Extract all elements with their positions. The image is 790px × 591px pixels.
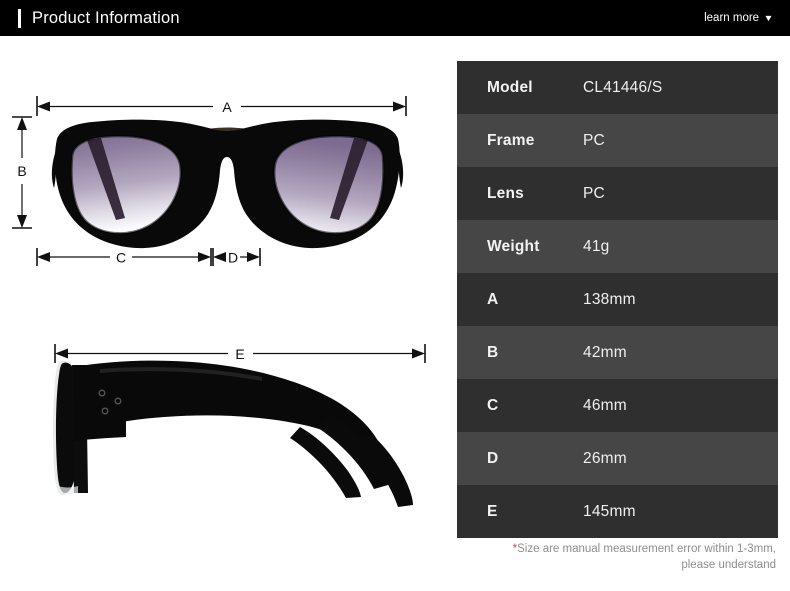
spec-key: Weight bbox=[487, 237, 540, 255]
header-accent-bar bbox=[18, 8, 21, 28]
dimension-c-label: C bbox=[116, 250, 126, 266]
chevron-down-icon: ▼ bbox=[763, 12, 774, 23]
table-row: Frame PC bbox=[457, 114, 778, 167]
spec-value: 145mm bbox=[583, 502, 636, 520]
dimension-e: E bbox=[54, 344, 426, 363]
sunglasses-side-view: E bbox=[52, 344, 426, 507]
note-line-1: Size are manual measurement error within… bbox=[517, 543, 776, 555]
spec-value: PC bbox=[583, 131, 605, 149]
table-row: D 26mm bbox=[457, 432, 778, 485]
dimension-d-label: D bbox=[228, 250, 238, 266]
learn-more-label: learn more bbox=[704, 12, 760, 24]
spec-value: 26mm bbox=[583, 449, 627, 467]
sunglasses-front-view: A B C D bbox=[12, 96, 407, 266]
sunglasses-side-artwork bbox=[52, 360, 413, 507]
spec-key: D bbox=[487, 449, 499, 467]
product-diagram-panel: A B C D E bbox=[0, 36, 455, 591]
dimension-d: D bbox=[212, 248, 261, 266]
spec-key: Frame bbox=[487, 131, 535, 149]
spec-value: CL41446/S bbox=[583, 78, 663, 96]
spec-value: 41g bbox=[583, 237, 610, 255]
page-title: Product Information bbox=[32, 8, 180, 27]
dimension-b: B bbox=[12, 116, 32, 229]
dimension-a: A bbox=[36, 96, 407, 116]
spec-value: PC bbox=[583, 184, 605, 202]
spec-key: C bbox=[487, 396, 499, 414]
spec-key: B bbox=[487, 343, 499, 361]
dimension-c: C bbox=[36, 248, 212, 266]
dimension-b-label: B bbox=[17, 163, 26, 179]
spec-table: Model CL41446/S Frame PC Lens PC Weight … bbox=[457, 61, 778, 538]
measurement-note: *Size are manual measurement error withi… bbox=[457, 541, 778, 573]
table-row: A 138mm bbox=[457, 273, 778, 326]
spec-key: Model bbox=[487, 78, 533, 96]
table-row: B 42mm bbox=[457, 326, 778, 379]
spec-key: E bbox=[487, 502, 498, 520]
spec-key: Lens bbox=[487, 184, 524, 202]
header-bar: Product Information learn more ▼ bbox=[0, 0, 790, 36]
table-row: Weight 41g bbox=[457, 220, 778, 273]
table-row: Model CL41446/S bbox=[457, 61, 778, 114]
spec-value: 138mm bbox=[583, 290, 636, 308]
dimension-a-label: A bbox=[222, 99, 232, 115]
spec-value: 42mm bbox=[583, 343, 627, 361]
spec-value: 46mm bbox=[583, 396, 627, 414]
spec-key: A bbox=[487, 290, 499, 308]
table-row: C 46mm bbox=[457, 379, 778, 432]
learn-more-button[interactable]: learn more ▼ bbox=[704, 12, 774, 24]
dimension-e-label: E bbox=[235, 346, 244, 362]
table-row: Lens PC bbox=[457, 167, 778, 220]
table-row: E 145mm bbox=[457, 485, 778, 538]
sunglasses-front-artwork bbox=[51, 119, 404, 249]
note-line-2: please understand bbox=[681, 559, 776, 571]
